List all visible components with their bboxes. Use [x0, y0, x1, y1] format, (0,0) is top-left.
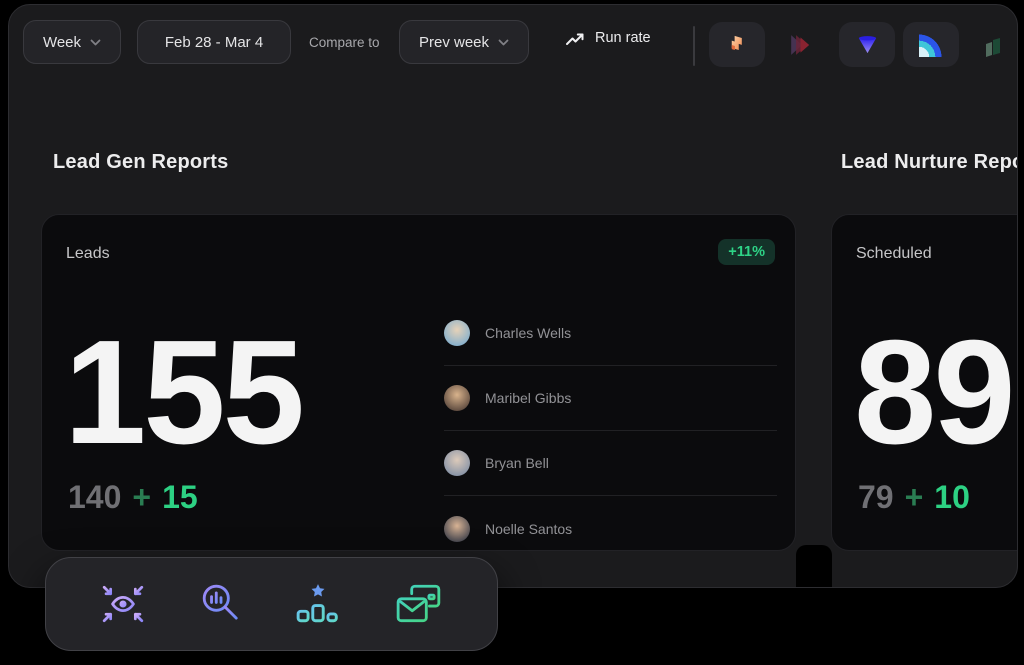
delta-value: 15: [162, 479, 198, 516]
compare-value: Prev week: [419, 34, 489, 51]
search-analytics-button[interactable]: [200, 583, 242, 625]
period-dropdown[interactable]: Week: [23, 20, 121, 64]
blue-arcs-icon: [919, 33, 943, 57]
person-name: Noelle Santos: [485, 521, 572, 537]
delta-value: 10: [934, 479, 970, 516]
avatar: [444, 385, 470, 411]
blue-funnel-app-button[interactable]: [839, 22, 895, 67]
growth-badge: +11%: [718, 239, 775, 265]
blue-arcs-app-button[interactable]: [903, 22, 959, 67]
leaderboard-icon: [295, 583, 341, 625]
run-rate-toggle[interactable]: Run rate: [565, 29, 651, 47]
avatar: [444, 516, 470, 542]
scheduled-card: Scheduled 89 79 + 10: [831, 214, 1018, 551]
chevron-down-icon: [498, 39, 509, 46]
avatar: [444, 320, 470, 346]
chevron-down-icon: [90, 39, 101, 46]
dashboard-window: Week Feb 28 - Mar 4 Compare to Prev week…: [8, 4, 1018, 588]
toolbar-divider: [693, 26, 695, 66]
leaderboard-button[interactable]: [295, 583, 341, 625]
plus-sign: +: [905, 479, 924, 516]
list-item[interactable]: Bryan Bell: [444, 431, 777, 496]
date-range-label: Feb 28 - Mar 4: [165, 34, 263, 51]
red-chevrons-icon: [789, 33, 813, 57]
scheduled-card-title: Scheduled: [856, 245, 932, 263]
compare-to-label: Compare to: [309, 35, 380, 50]
list-item[interactable]: Noelle Santos: [444, 496, 777, 550]
red-chevrons-app-button[interactable]: [787, 31, 815, 59]
lead-gen-heading: Lead Gen Reports: [53, 151, 228, 174]
mail-campaigns-button[interactable]: [395, 583, 443, 625]
leads-value: 155: [64, 319, 302, 467]
previous-value: 79: [858, 479, 894, 516]
orange-blocks-icon: [726, 33, 749, 56]
focus-eye-icon: [100, 583, 146, 625]
period-label: Week: [43, 34, 81, 51]
leads-people-list: Charles Wells Maribel Gibbs Bryan Bell N…: [444, 301, 777, 550]
scheduled-value: 89: [854, 319, 1013, 467]
date-range-button[interactable]: Feb 28 - Mar 4: [137, 20, 291, 64]
compare-dropdown[interactable]: Prev week: [399, 20, 529, 64]
person-name: Bryan Bell: [485, 455, 549, 471]
floating-toolbar: [45, 557, 498, 651]
scheduled-comparison: 79 + 10: [858, 479, 970, 516]
page: Week Feb 28 - Mar 4 Compare to Prev week…: [0, 0, 1024, 665]
run-rate-label: Run rate: [595, 30, 651, 46]
orange-blocks-app-button[interactable]: [709, 22, 765, 67]
mail-campaigns-icon: [395, 583, 443, 625]
leads-card: Leads +11% 155 140 + 15 Charles Wells Ma…: [41, 214, 796, 551]
previous-value: 140: [68, 479, 121, 516]
list-item[interactable]: Charles Wells: [444, 301, 777, 366]
trend-arrow-icon: [565, 29, 586, 47]
avatar: [444, 450, 470, 476]
lead-nurture-heading: Lead Nurture Reports: [841, 151, 1018, 174]
leads-comparison: 140 + 15: [68, 479, 198, 516]
person-name: Maribel Gibbs: [485, 390, 571, 406]
focus-eye-button[interactable]: [100, 583, 146, 625]
person-name: Charles Wells: [485, 325, 571, 341]
green-bars-app-button[interactable]: [981, 34, 1007, 60]
green-bars-icon: [983, 36, 1005, 58]
leads-card-title: Leads: [66, 245, 110, 263]
list-item[interactable]: Maribel Gibbs: [444, 366, 777, 431]
section-gutter: [796, 545, 832, 588]
blue-funnel-icon: [856, 33, 879, 56]
search-analytics-icon: [200, 583, 242, 625]
plus-sign: +: [132, 479, 151, 516]
